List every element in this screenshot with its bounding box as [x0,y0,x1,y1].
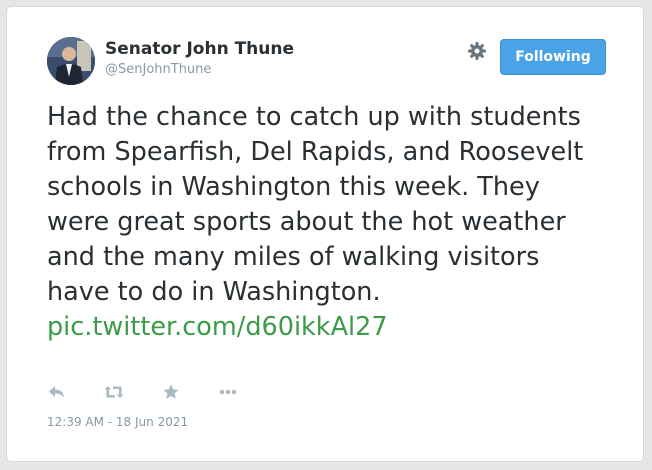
following-button[interactable]: Following [500,39,606,75]
tweet-actions [47,382,275,402]
avatar[interactable] [47,37,95,85]
tweet-card: Senator John Thune @SenJohnThune Followi… [6,6,644,462]
tweet-text: Had the chance to catch up with students… [47,100,607,345]
favorite-icon[interactable] [161,383,181,401]
retweet-icon[interactable] [104,383,124,401]
tweet-media-link[interactable]: pic.twitter.com/d60ikkAl27 [47,312,388,342]
more-icon[interactable] [218,383,238,401]
avatar-photo [47,37,95,85]
tweet-timestamp[interactable]: 12:39 AM - 18 Jun 2021 [47,415,188,429]
reply-icon[interactable] [47,383,67,401]
tweet-body: Had the chance to catch up with students… [47,102,584,307]
author-handle[interactable]: @SenJohnThune [105,62,211,77]
gear-icon[interactable] [467,41,487,61]
author-name[interactable]: Senator John Thune [105,39,294,59]
